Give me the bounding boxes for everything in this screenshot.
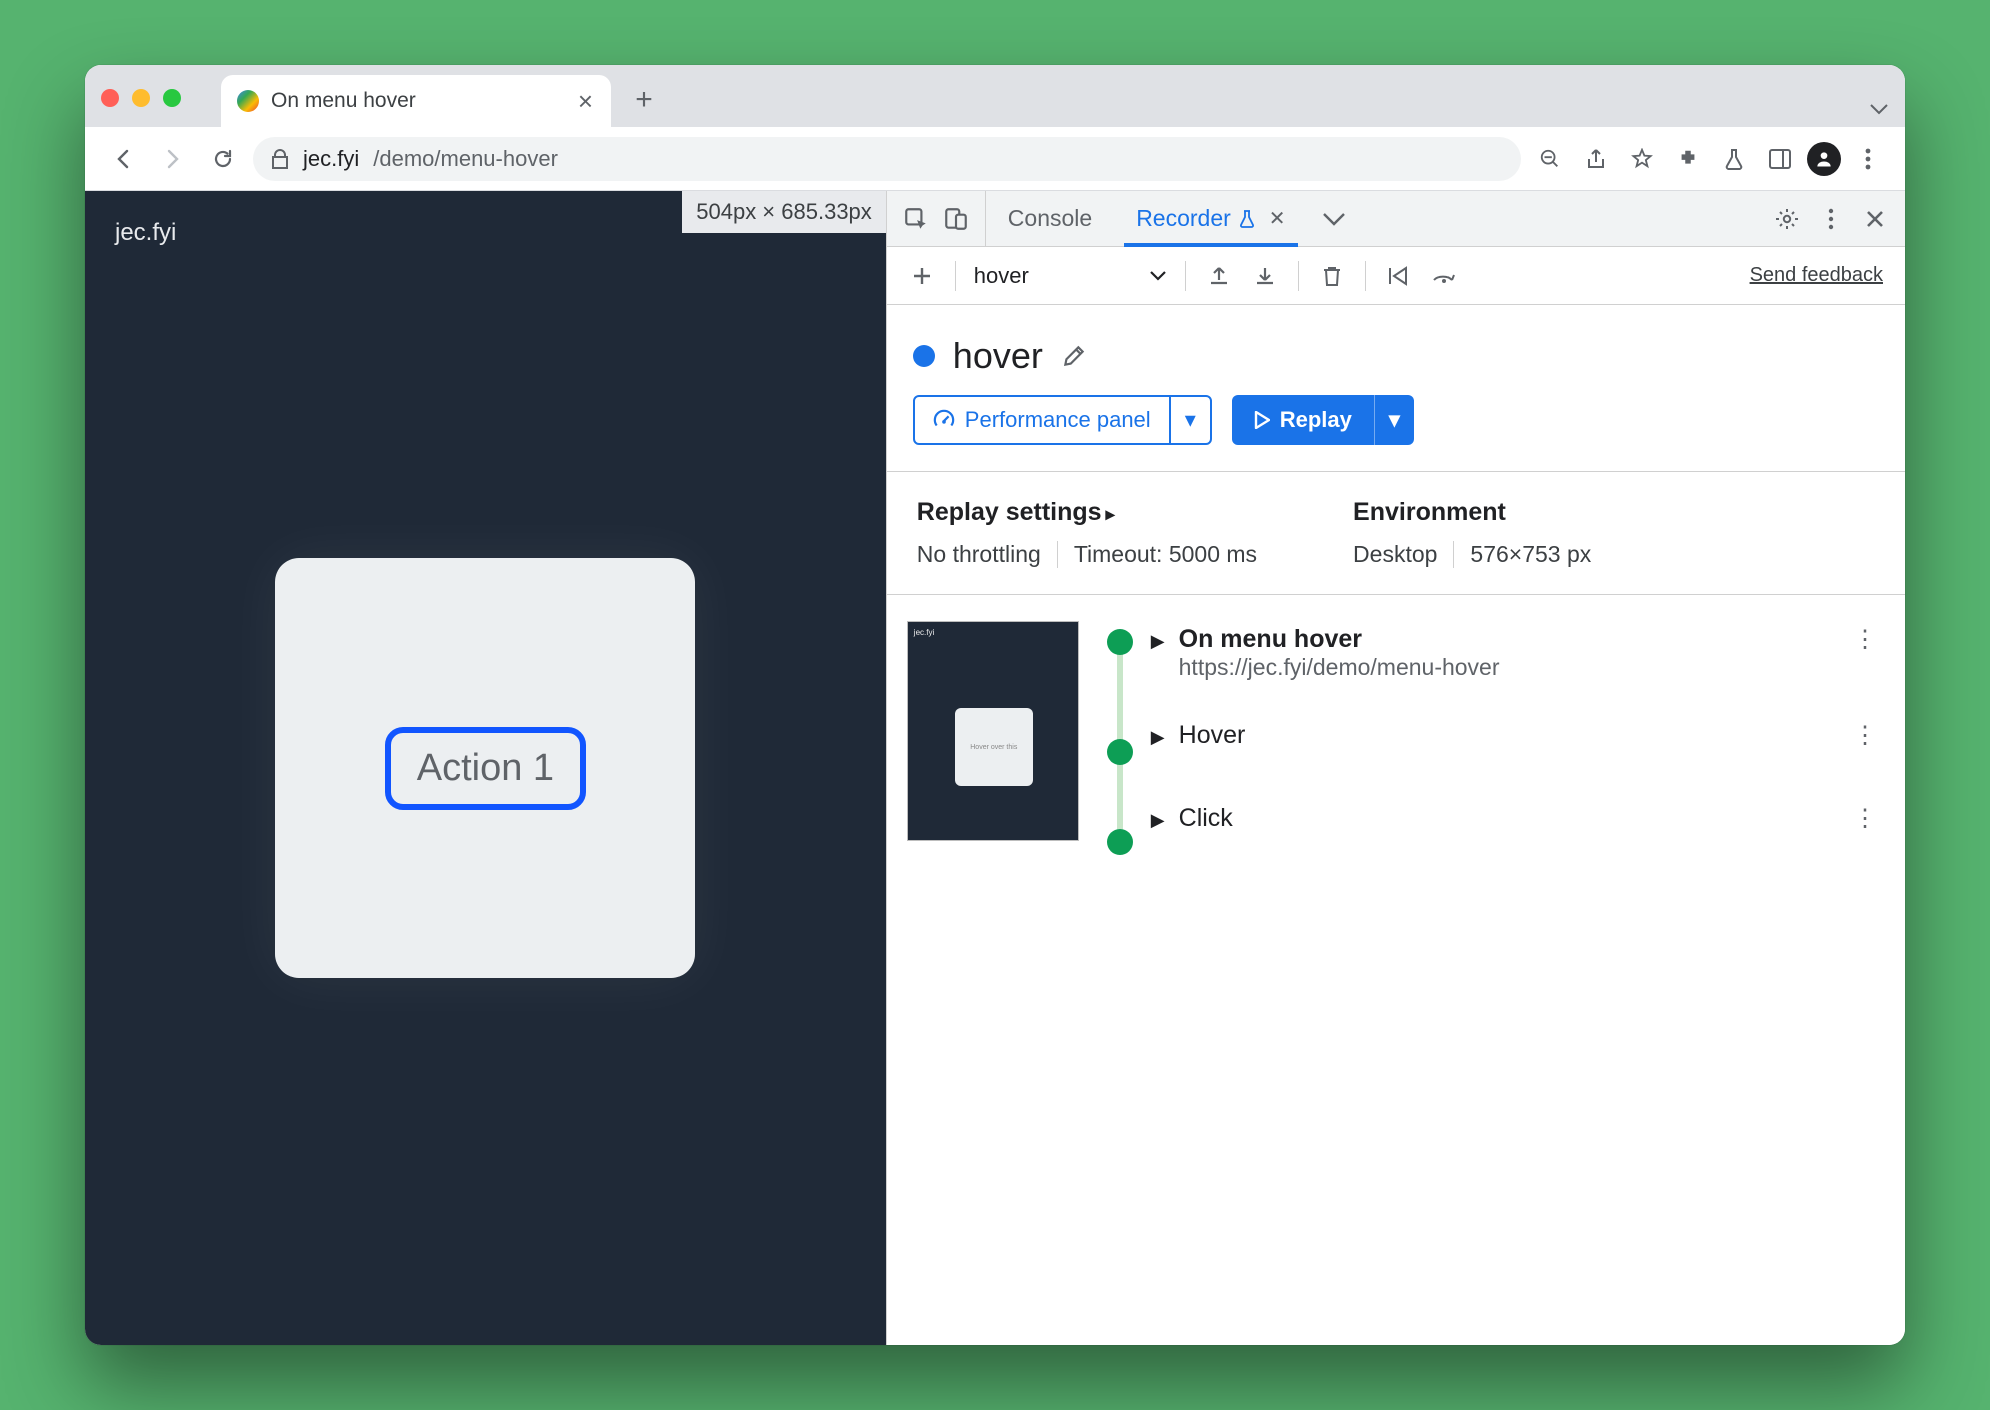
step-menu-icon[interactable]: ⋮ xyxy=(1853,804,1885,833)
tab-overflow-button[interactable] xyxy=(1869,103,1889,115)
window-controls xyxy=(101,89,181,107)
action-button[interactable]: Action 1 xyxy=(385,727,586,810)
step-icon[interactable] xyxy=(1424,255,1466,297)
performance-dropdown-button[interactable]: ▾ xyxy=(1169,397,1210,443)
device-value: Desktop xyxy=(1353,541,1454,568)
overflow-tabs-button[interactable] xyxy=(1308,191,1360,246)
recording-selector[interactable]: hover xyxy=(968,263,1173,289)
steps-section: jec.fyi Hover over this ▶ On menu hover xyxy=(887,594,1905,867)
settings-icon[interactable] xyxy=(1767,199,1807,239)
tab-console[interactable]: Console xyxy=(986,191,1114,246)
play-icon xyxy=(1254,411,1270,429)
step-title: Hover xyxy=(1179,721,1246,750)
lock-icon xyxy=(271,149,289,169)
inspect-icon[interactable] xyxy=(899,202,933,236)
gauge-icon xyxy=(933,409,955,431)
url-path: /demo/menu-hover xyxy=(373,146,558,172)
close-devtools-icon[interactable] xyxy=(1855,199,1895,239)
devtools-tabstrip: Console Recorder ✕ xyxy=(887,191,1905,247)
throttle-value: No throttling xyxy=(917,541,1058,568)
profile-avatar[interactable] xyxy=(1807,142,1841,176)
replay-settings-heading[interactable]: Replay settings▸ xyxy=(917,498,1273,527)
back-button[interactable] xyxy=(103,139,143,179)
recording-title: hover xyxy=(953,335,1043,377)
tab-strip: On menu hover × + xyxy=(85,65,1905,127)
step-menu-icon[interactable]: ⋮ xyxy=(1853,625,1885,654)
address-bar: jec.fyi/demo/menu-hover xyxy=(85,127,1905,191)
content-split: jec.fyi 504px × 685.33px Action 1 Consol… xyxy=(85,191,1905,1345)
close-tab-icon[interactable]: ✕ xyxy=(1269,206,1286,231)
forward-button[interactable] xyxy=(153,139,193,179)
browser-window: On menu hover × + jec.fyi/demo/menu-hove… xyxy=(85,65,1905,1345)
expand-icon[interactable]: ▶ xyxy=(1151,810,1165,831)
step-row[interactable]: ▶ Hover ⋮ xyxy=(1141,717,1885,800)
timeline-node xyxy=(1107,629,1133,655)
timeline-line xyxy=(1117,637,1123,829)
url-host: jec.fyi xyxy=(303,146,359,172)
sidepanel-icon[interactable] xyxy=(1761,140,1799,178)
demo-card: Action 1 xyxy=(275,558,695,978)
tab-title: On menu hover xyxy=(271,89,416,113)
delete-icon[interactable] xyxy=(1311,255,1353,297)
environment-heading: Environment xyxy=(1353,498,1607,527)
send-feedback-link[interactable]: Send feedback xyxy=(1750,264,1891,287)
device-toggle-icon[interactable] xyxy=(939,202,973,236)
recording-status-dot xyxy=(913,345,935,367)
toolbar-icons xyxy=(1531,140,1887,178)
maximize-window-button[interactable] xyxy=(163,89,181,107)
step-title: Click xyxy=(1179,804,1233,833)
import-icon[interactable] xyxy=(1244,255,1286,297)
replay-dropdown-button[interactable]: ▾ xyxy=(1374,395,1414,445)
minimize-window-button[interactable] xyxy=(132,89,150,107)
continue-icon[interactable] xyxy=(1378,255,1420,297)
tab-recorder[interactable]: Recorder ✕ xyxy=(1114,191,1307,246)
expand-icon[interactable]: ▶ xyxy=(1151,727,1165,748)
viewport-value: 576×753 px xyxy=(1454,541,1607,568)
step-url: https://jec.fyi/demo/menu-hover xyxy=(1179,654,1500,681)
chevron-down-icon xyxy=(1149,270,1167,282)
more-icon[interactable] xyxy=(1811,199,1851,239)
omnibox[interactable]: jec.fyi/demo/menu-hover xyxy=(253,137,1521,181)
step-row[interactable]: ▶ Click ⋮ xyxy=(1141,800,1885,841)
export-icon[interactable] xyxy=(1198,255,1240,297)
close-window-button[interactable] xyxy=(101,89,119,107)
timeline-node xyxy=(1107,829,1133,855)
recorder-body: hover Performance panel ▾ Re xyxy=(887,305,1905,1345)
rendered-page: jec.fyi 504px × 685.33px Action 1 xyxy=(85,191,886,1345)
flask-icon xyxy=(1239,210,1255,228)
expand-icon[interactable]: ▶ xyxy=(1151,631,1165,652)
new-recording-button[interactable] xyxy=(901,255,943,297)
share-icon[interactable] xyxy=(1577,140,1615,178)
step-title: On menu hover xyxy=(1179,625,1362,653)
replay-button[interactable]: Replay ▾ xyxy=(1232,395,1414,445)
timeline-node xyxy=(1107,739,1133,765)
edit-title-icon[interactable] xyxy=(1061,343,1087,369)
recording-actions: Performance panel ▾ Replay ▾ xyxy=(887,395,1905,471)
step-thumbnail: jec.fyi Hover over this xyxy=(907,621,1079,841)
labs-icon[interactable] xyxy=(1715,140,1753,178)
dimensions-badge: 504px × 685.33px xyxy=(682,191,886,233)
extensions-icon[interactable] xyxy=(1669,140,1707,178)
performance-panel-button[interactable]: Performance panel ▾ xyxy=(913,395,1212,445)
steps-timeline: ▶ On menu hover https://jec.fyi/demo/men… xyxy=(1101,621,1885,841)
zoom-icon[interactable] xyxy=(1531,140,1569,178)
recorder-toolbar: hover Send feedback xyxy=(887,247,1905,305)
settings-section: Replay settings▸ No throttling Timeout: … xyxy=(887,471,1905,594)
browser-menu-icon[interactable] xyxy=(1849,140,1887,178)
recording-header: hover xyxy=(887,305,1905,395)
page-brand: jec.fyi xyxy=(115,219,176,247)
browser-tab[interactable]: On menu hover × xyxy=(221,75,611,127)
close-tab-button[interactable]: × xyxy=(578,88,593,114)
reload-button[interactable] xyxy=(203,139,243,179)
devtools-panel: Console Recorder ✕ hover xyxy=(886,191,1905,1345)
timeout-value: Timeout: 5000 ms xyxy=(1058,541,1273,568)
step-menu-icon[interactable]: ⋮ xyxy=(1853,721,1885,750)
favicon xyxy=(237,90,259,112)
bookmark-icon[interactable] xyxy=(1623,140,1661,178)
step-row[interactable]: ▶ On menu hover https://jec.fyi/demo/men… xyxy=(1141,621,1885,717)
new-tab-button[interactable]: + xyxy=(623,79,665,121)
